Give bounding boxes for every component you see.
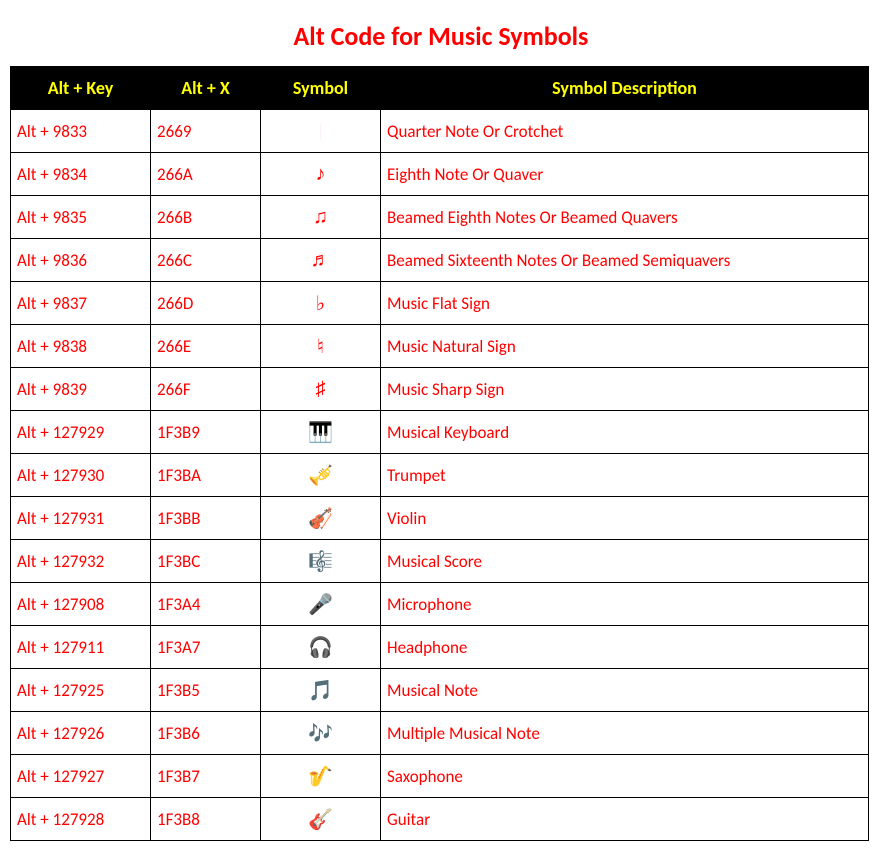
table-row: Alt + 1279321F3BC🎼Musical Score: [11, 540, 869, 583]
cell-alt-key: Alt + 9836: [11, 239, 151, 282]
cell-alt-x: 1F3B5: [151, 669, 261, 712]
cell-alt-x: 1F3B8: [151, 798, 261, 841]
cell-symbol: ♫: [261, 196, 381, 239]
cell-symbol: 🎤: [261, 583, 381, 626]
cell-alt-x: 1F3B7: [151, 755, 261, 798]
cell-symbol: ♩: [261, 110, 381, 153]
cell-alt-key: Alt + 127908: [11, 583, 151, 626]
cell-alt-key: Alt + 127931: [11, 497, 151, 540]
header-description: Symbol Description: [381, 67, 869, 110]
cell-alt-key: Alt + 9834: [11, 153, 151, 196]
cell-alt-key: Alt + 9839: [11, 368, 151, 411]
cell-alt-key: Alt + 127932: [11, 540, 151, 583]
cell-alt-key: Alt + 127927: [11, 755, 151, 798]
cell-description: Multiple Musical Note: [381, 712, 869, 755]
cell-symbol: ♮: [261, 325, 381, 368]
table-row: Alt + 9837266D♭Music Flat Sign: [11, 282, 869, 325]
cell-description: Music Sharp Sign: [381, 368, 869, 411]
table-row: Alt + 9838266E♮Music Natural Sign: [11, 325, 869, 368]
cell-symbol: ♪: [261, 153, 381, 196]
cell-symbol: ♬: [261, 239, 381, 282]
cell-description: Guitar: [381, 798, 869, 841]
cell-alt-key: Alt + 127929: [11, 411, 151, 454]
table-row: Alt + 98332669♩Quarter Note Or Crotchet: [11, 110, 869, 153]
cell-alt-key: Alt + 127928: [11, 798, 151, 841]
cell-symbol: 🎶: [261, 712, 381, 755]
cell-alt-key: Alt + 9838: [11, 325, 151, 368]
page-title: Alt Code for Music Symbols: [10, 20, 872, 52]
cell-alt-x: 266F: [151, 368, 261, 411]
cell-symbol: 🎺: [261, 454, 381, 497]
cell-description: Musical Note: [381, 669, 869, 712]
cell-description: Beamed Eighth Notes Or Beamed Quavers: [381, 196, 869, 239]
cell-alt-x: 266D: [151, 282, 261, 325]
cell-description: Headphone: [381, 626, 869, 669]
table-header-row: Alt + Key Alt + X Symbol Symbol Descript…: [11, 67, 869, 110]
cell-alt-x: 1F3BA: [151, 454, 261, 497]
cell-alt-key: Alt + 127930: [11, 454, 151, 497]
cell-symbol: 🎧: [261, 626, 381, 669]
cell-alt-x: 266B: [151, 196, 261, 239]
cell-symbol: 🎸: [261, 798, 381, 841]
cell-alt-x: 266A: [151, 153, 261, 196]
table-row: Alt + 1279271F3B7🎷Saxophone: [11, 755, 869, 798]
alt-code-table: Alt + Key Alt + X Symbol Symbol Descript…: [10, 66, 869, 841]
cell-alt-key: Alt + 127926: [11, 712, 151, 755]
cell-alt-x: 1F3B9: [151, 411, 261, 454]
cell-description: Beamed Sixteenth Notes Or Beamed Semiqua…: [381, 239, 869, 282]
cell-alt-x: 266E: [151, 325, 261, 368]
cell-symbol: ♭: [261, 282, 381, 325]
cell-description: Musical Score: [381, 540, 869, 583]
cell-description: Eighth Note Or Quaver: [381, 153, 869, 196]
table-row: Alt + 1279281F3B8🎸Guitar: [11, 798, 869, 841]
cell-description: Saxophone: [381, 755, 869, 798]
cell-description: Music Flat Sign: [381, 282, 869, 325]
table-row: Alt + 1279311F3BB🎻Violin: [11, 497, 869, 540]
cell-alt-key: Alt + 127925: [11, 669, 151, 712]
table-row: Alt + 1279261F3B6🎶Multiple Musical Note: [11, 712, 869, 755]
cell-description: Trumpet: [381, 454, 869, 497]
cell-alt-key: Alt + 127911: [11, 626, 151, 669]
cell-alt-x: 1F3A4: [151, 583, 261, 626]
table-row: Alt + 1279301F3BA🎺Trumpet: [11, 454, 869, 497]
cell-description: Violin: [381, 497, 869, 540]
cell-symbol: 🎷: [261, 755, 381, 798]
table-row: Alt + 9835266B♫Beamed Eighth Notes Or Be…: [11, 196, 869, 239]
cell-alt-key: Alt + 9837: [11, 282, 151, 325]
cell-symbol: 🎵: [261, 669, 381, 712]
header-symbol: Symbol: [261, 67, 381, 110]
table-row: Alt + 1279291F3B9🎹Musical Keyboard: [11, 411, 869, 454]
cell-description: Microphone: [381, 583, 869, 626]
cell-alt-x: 1F3BC: [151, 540, 261, 583]
header-alt-key: Alt + Key: [11, 67, 151, 110]
cell-symbol: 🎻: [261, 497, 381, 540]
table-row: Alt + 9834266A♪Eighth Note Or Quaver: [11, 153, 869, 196]
cell-description: Quarter Note Or Crotchet: [381, 110, 869, 153]
table-row: Alt + 9836266C♬Beamed Sixteenth Notes Or…: [11, 239, 869, 282]
table-row: Alt + 1279111F3A7🎧Headphone: [11, 626, 869, 669]
cell-description: Musical Keyboard: [381, 411, 869, 454]
cell-symbol: ♯: [261, 368, 381, 411]
cell-symbol: 🎼: [261, 540, 381, 583]
table-row: Alt + 1279081F3A4🎤Microphone: [11, 583, 869, 626]
cell-description: Music Natural Sign: [381, 325, 869, 368]
cell-alt-x: 1F3BB: [151, 497, 261, 540]
table-row: Alt + 1279251F3B5🎵Musical Note: [11, 669, 869, 712]
cell-alt-x: 1F3A7: [151, 626, 261, 669]
cell-symbol: 🎹: [261, 411, 381, 454]
cell-alt-x: 266C: [151, 239, 261, 282]
cell-alt-key: Alt + 9833: [11, 110, 151, 153]
header-alt-x: Alt + X: [151, 67, 261, 110]
cell-alt-x: 1F3B6: [151, 712, 261, 755]
table-row: Alt + 9839266F♯Music Sharp Sign: [11, 368, 869, 411]
cell-alt-key: Alt + 9835: [11, 196, 151, 239]
cell-alt-x: 2669: [151, 110, 261, 153]
